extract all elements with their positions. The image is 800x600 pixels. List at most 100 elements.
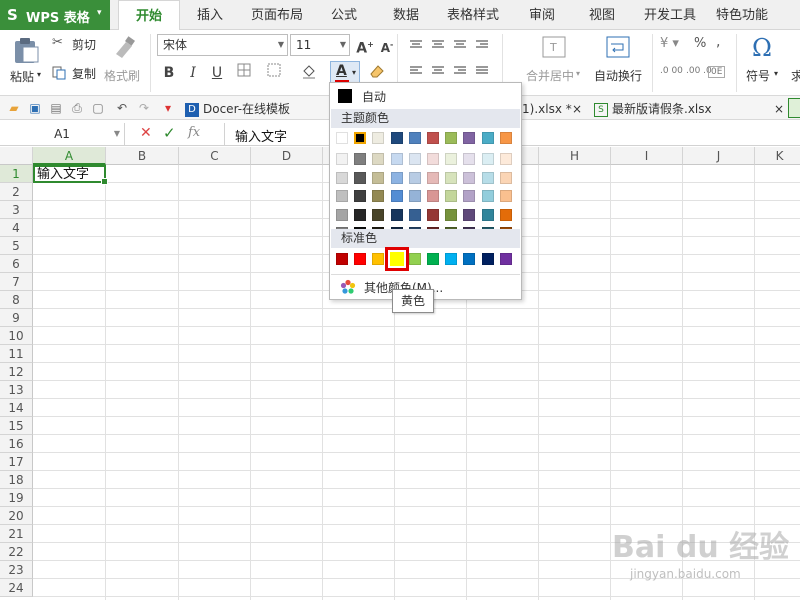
- theme-shade-swatch[interactable]: [463, 190, 476, 202]
- theme-shade-swatch[interactable]: [336, 171, 348, 184]
- tab-page-layout[interactable]: 页面布局: [245, 0, 309, 30]
- standard-color-swatch[interactable]: [336, 253, 348, 265]
- column-header-k[interactable]: K: [755, 147, 800, 165]
- theme-shade-swatch[interactable]: [354, 171, 367, 184]
- column-header-c[interactable]: C: [179, 147, 251, 165]
- copy-button[interactable]: 复制: [52, 64, 102, 82]
- tab-review[interactable]: 审阅: [520, 0, 564, 30]
- row-header-20[interactable]: 20: [0, 507, 33, 525]
- row-header-5[interactable]: 5: [0, 237, 33, 255]
- column-header-d[interactable]: D: [251, 147, 323, 165]
- borders-button[interactable]: [233, 63, 255, 83]
- print-icon[interactable]: ⎙: [69, 100, 85, 116]
- clear-format-button[interactable]: [366, 63, 388, 83]
- cut-button[interactable]: ✂ 剪切: [52, 35, 102, 53]
- theme-shade-swatch[interactable]: [499, 171, 512, 184]
- theme-shade-swatch[interactable]: [354, 153, 367, 165]
- theme-shade-swatch[interactable]: [445, 190, 458, 202]
- theme-shade-swatch[interactable]: [336, 190, 348, 202]
- comma-style-button[interactable]: ,: [716, 34, 720, 50]
- theme-shade-swatch[interactable]: [427, 171, 439, 184]
- theme-shade-swatch[interactable]: [445, 208, 458, 221]
- cell-style-button[interactable]: [263, 63, 285, 83]
- theme-shade-swatch[interactable]: [390, 190, 403, 202]
- fill-handle[interactable]: [101, 178, 108, 185]
- theme-shade-swatch[interactable]: [499, 190, 512, 202]
- merge-center-button[interactable]: T 合并居中 ▾: [522, 34, 584, 92]
- tab-home[interactable]: 开始: [118, 0, 180, 32]
- column-header-a[interactable]: A: [33, 147, 106, 165]
- row-header-23[interactable]: 23: [0, 561, 33, 579]
- column-header-i[interactable]: I: [611, 147, 683, 165]
- row-header-2[interactable]: 2: [0, 183, 33, 201]
- row-header-11[interactable]: 11: [0, 345, 33, 363]
- theme-shade-swatch[interactable]: [408, 171, 421, 184]
- increase-font-size-button[interactable]: A+: [354, 35, 376, 57]
- theme-shade-swatch[interactable]: [499, 153, 512, 165]
- confirm-entry-icon[interactable]: ✓: [163, 124, 176, 142]
- theme-shade-swatch[interactable]: [499, 208, 512, 221]
- customize-quick-access-icon[interactable]: ▾: [160, 100, 176, 116]
- theme-color-swatch[interactable]: [445, 132, 458, 144]
- print-preview-icon[interactable]: ▢: [90, 100, 106, 116]
- formula-input[interactable]: 输入文字: [235, 126, 287, 145]
- theme-shade-swatch[interactable]: [408, 190, 421, 202]
- theme-color-swatch[interactable]: [427, 132, 439, 144]
- tab-table-style[interactable]: 表格样式: [441, 0, 505, 30]
- row-header-18[interactable]: 18: [0, 471, 33, 489]
- theme-shade-swatch[interactable]: [408, 208, 421, 221]
- auto-color-swatch[interactable]: [338, 89, 352, 103]
- column-header-b[interactable]: B: [106, 147, 179, 165]
- undo-icon[interactable]: ↶: [114, 100, 130, 116]
- theme-shade-swatch[interactable]: [372, 171, 385, 184]
- font-size-select[interactable]: 11 ▼: [290, 34, 350, 56]
- save-icon[interactable]: ▣: [27, 100, 43, 116]
- fill-color-button[interactable]: [298, 63, 320, 83]
- doc-tab-file-2[interactable]: S 最新版请假条.xlsx: [594, 98, 712, 120]
- theme-shade-swatch[interactable]: [481, 153, 494, 165]
- column-header-h[interactable]: H: [539, 147, 611, 165]
- insert-function-button[interactable]: fx: [188, 125, 200, 140]
- doc-tab-file-2-close-button[interactable]: ×: [774, 98, 784, 120]
- increase-decimal-button[interactable]: .0 00: [660, 66, 683, 76]
- row-header-17[interactable]: 17: [0, 453, 33, 471]
- standard-color-swatch[interactable]: [427, 253, 439, 265]
- theme-shade-swatch[interactable]: [463, 153, 476, 165]
- row-header-9[interactable]: 9: [0, 309, 33, 327]
- theme-shade-swatch[interactable]: [427, 208, 439, 221]
- tab-developer[interactable]: 开发工具: [638, 0, 702, 30]
- row-header-8[interactable]: 8: [0, 291, 33, 309]
- row-header-1[interactable]: 1: [0, 165, 33, 183]
- standard-color-swatch[interactable]: [354, 253, 367, 265]
- theme-shade-swatch[interactable]: [445, 171, 458, 184]
- row-header-12[interactable]: 12: [0, 363, 33, 381]
- tab-special-features[interactable]: 特色功能: [710, 0, 774, 30]
- doc-tab-file-1-close-button[interactable]: ×: [572, 98, 582, 120]
- percent-format-button[interactable]: %: [694, 36, 706, 51]
- theme-shade-swatch[interactable]: [481, 208, 494, 221]
- standard-color-swatch[interactable]: [372, 253, 385, 265]
- theme-shade-swatch[interactable]: [372, 190, 385, 202]
- row-header-14[interactable]: 14: [0, 399, 33, 417]
- row-header-22[interactable]: 22: [0, 543, 33, 561]
- standard-color-swatch[interactable]: [445, 253, 458, 265]
- auto-color-label[interactable]: 自动: [362, 88, 386, 105]
- wrap-text-button[interactable]: 自动换行: [592, 34, 648, 92]
- theme-shade-swatch[interactable]: [336, 208, 348, 221]
- select-all-corner[interactable]: [0, 147, 33, 165]
- theme-color-swatch[interactable]: [499, 132, 512, 144]
- format-painter-button[interactable]: 格式刷: [104, 34, 144, 92]
- row-header-7[interactable]: 7: [0, 273, 33, 291]
- row-header-21[interactable]: 21: [0, 525, 33, 543]
- row-header-6[interactable]: 6: [0, 255, 33, 273]
- tab-view[interactable]: 视图: [580, 0, 624, 30]
- theme-color-swatch[interactable]: [354, 132, 367, 144]
- theme-shade-swatch[interactable]: [390, 208, 403, 221]
- standard-color-swatch[interactable]: [499, 253, 512, 265]
- row-header-3[interactable]: 3: [0, 201, 33, 219]
- number-format-button[interactable]: 0E: [708, 66, 726, 78]
- theme-shade-swatch[interactable]: [390, 153, 403, 165]
- standard-color-swatch[interactable]: [481, 253, 494, 265]
- theme-shade-swatch[interactable]: [463, 208, 476, 221]
- theme-shade-swatch[interactable]: [408, 153, 421, 165]
